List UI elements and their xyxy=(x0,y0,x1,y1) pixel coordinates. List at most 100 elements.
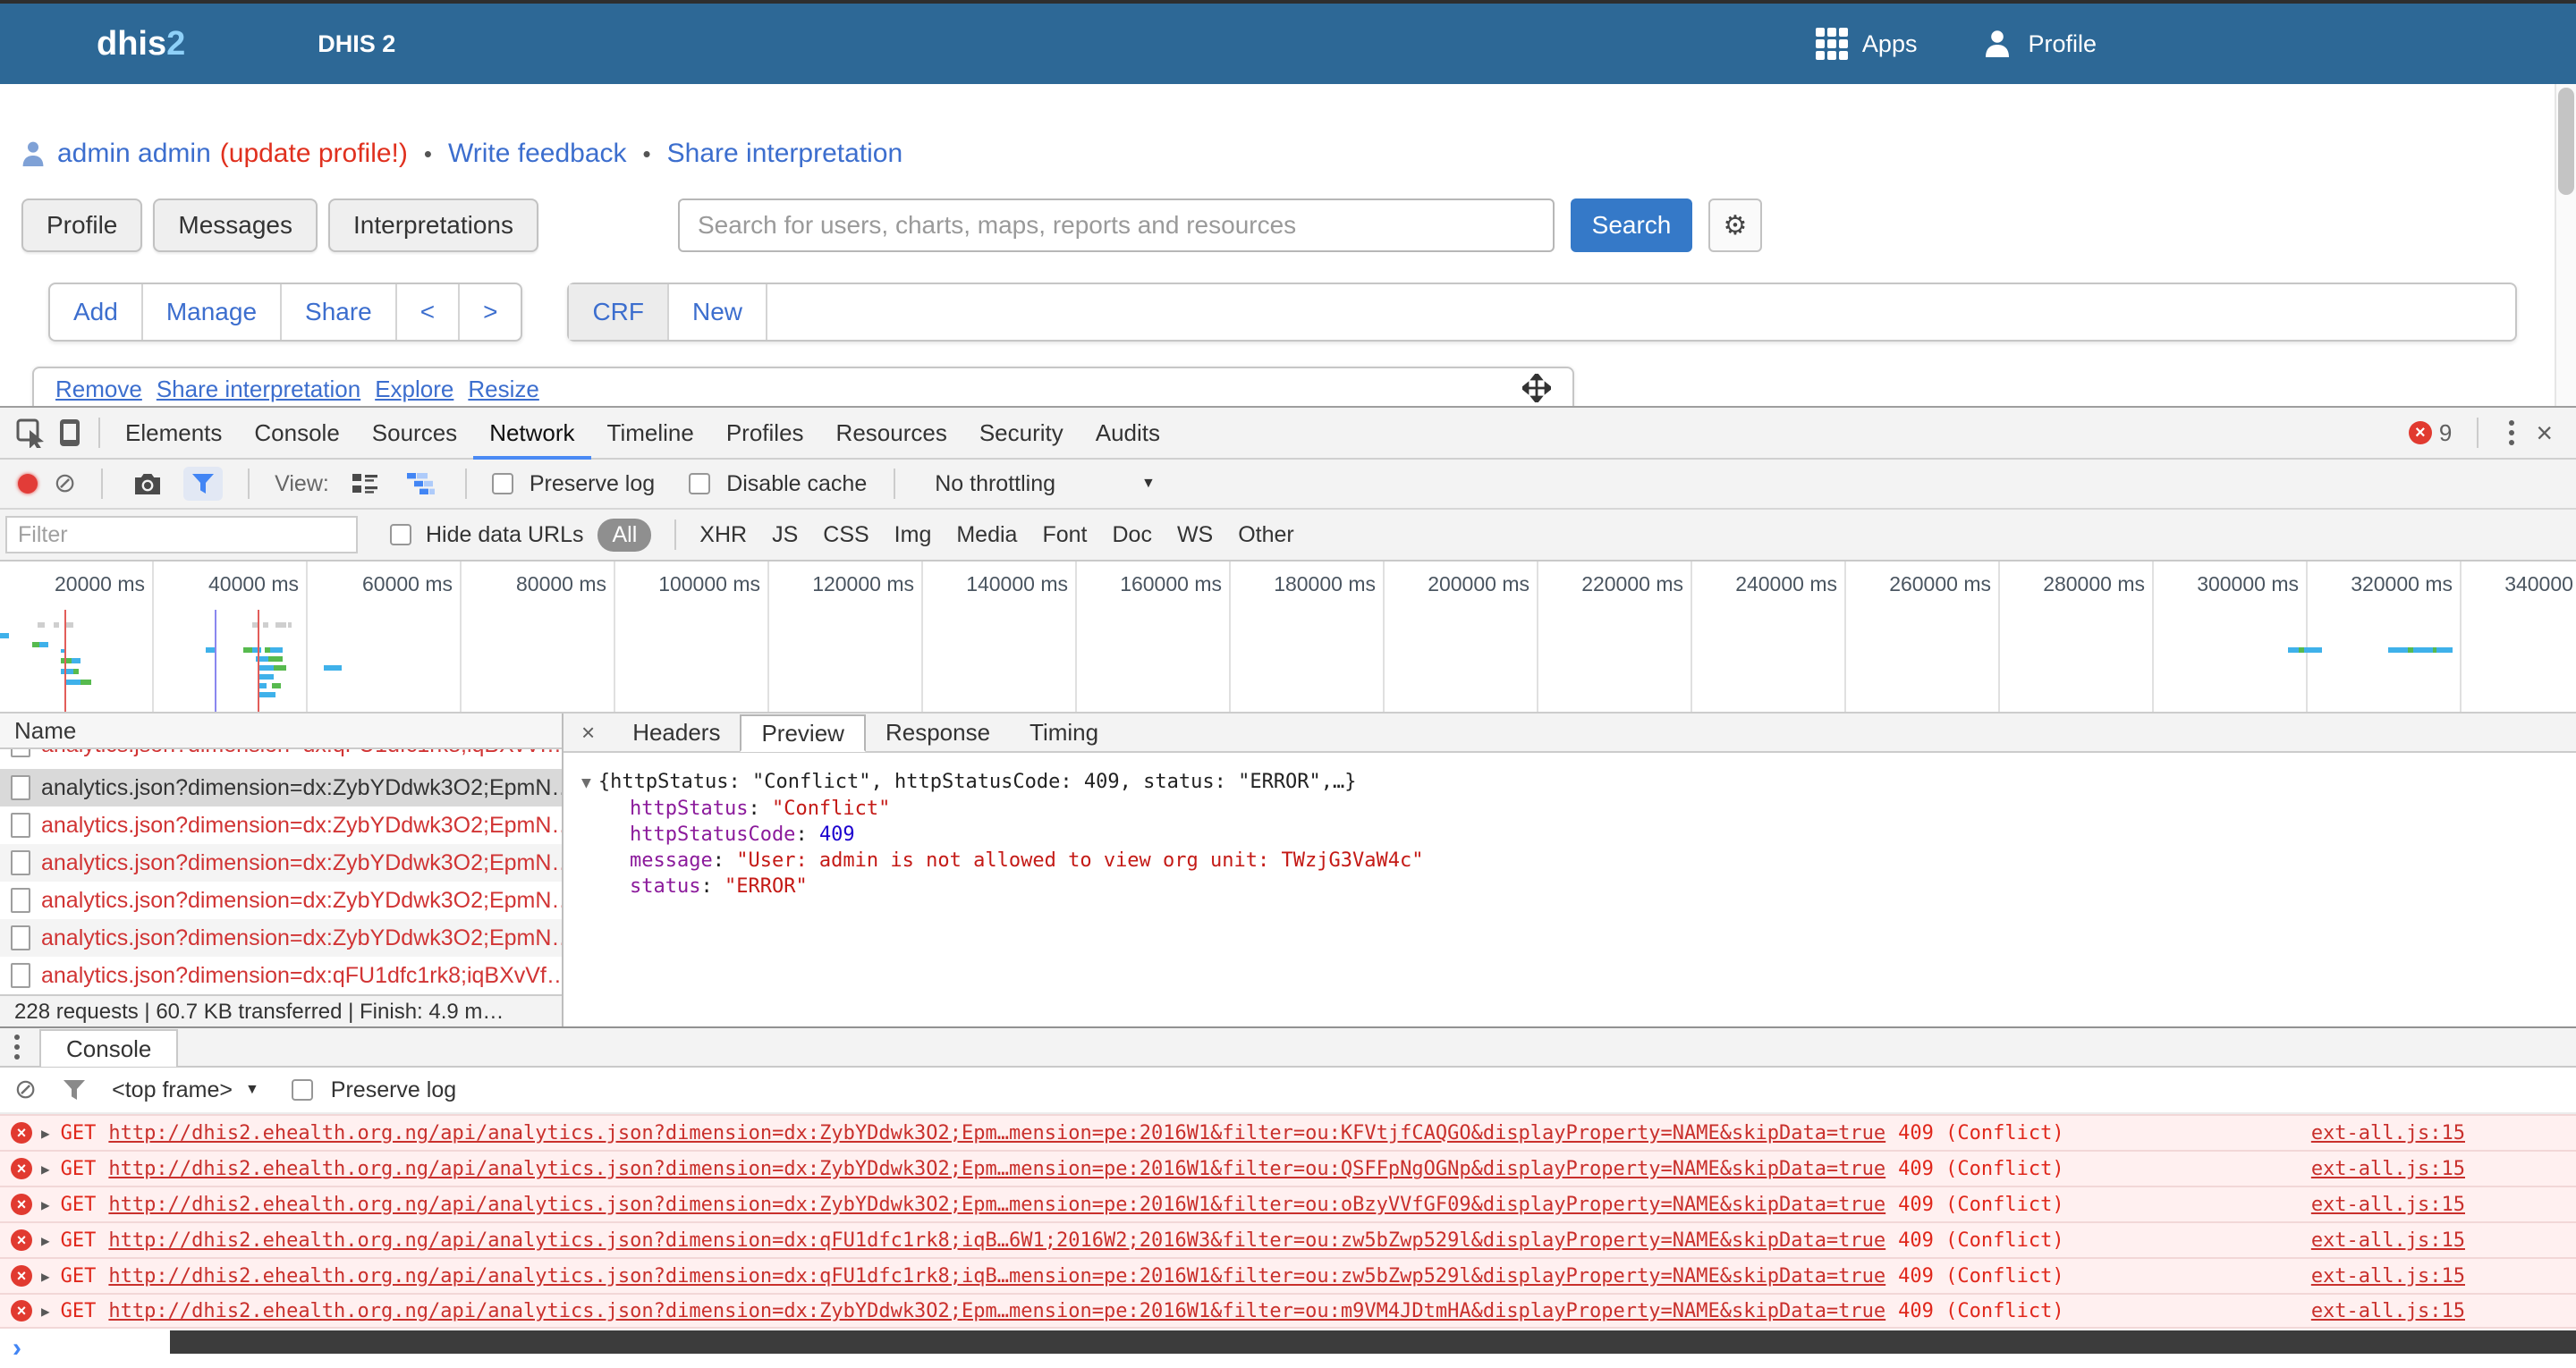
record-icon[interactable] xyxy=(18,474,38,494)
search-button[interactable]: Search xyxy=(1571,198,1692,252)
console-preserve-log-checkbox[interactable] xyxy=(292,1079,313,1101)
clear-icon[interactable]: ⊘ xyxy=(54,470,76,497)
page-scrollbar-thumb[interactable] xyxy=(2558,88,2574,195)
widget-remove-link[interactable]: Remove xyxy=(55,376,142,403)
disable-cache-checkbox[interactable] xyxy=(689,473,710,494)
manage-button[interactable]: Manage xyxy=(143,284,282,340)
frame-selector-dropdown[interactable]: <top frame> ▼ xyxy=(112,1077,259,1103)
filter-type-font[interactable]: Font xyxy=(1042,522,1087,548)
source-link[interactable]: ext-all.js:15 xyxy=(2311,1158,2465,1180)
profile-button[interactable]: Profile xyxy=(21,198,142,252)
inspect-element-icon[interactable] xyxy=(11,413,50,452)
tab-audits[interactable]: Audits xyxy=(1080,408,1176,458)
expand-arrow-icon[interactable]: ▶ xyxy=(41,1125,50,1142)
tab-headers[interactable]: Headers xyxy=(613,714,740,751)
filter-icon[interactable] xyxy=(183,467,223,501)
filter-type-media[interactable]: Media xyxy=(956,522,1017,548)
json-property[interactable]: message: "User: admin is not allowed to … xyxy=(630,848,2576,874)
request-row[interactable]: analytics.json?dimension=dx:ZybYDdwk3O2;… xyxy=(0,806,562,844)
drawer-menu-icon[interactable] xyxy=(9,1029,25,1065)
interpretations-button[interactable]: Interpretations xyxy=(328,198,538,252)
tab-sources[interactable]: Sources xyxy=(356,408,473,458)
filter-type-css[interactable]: CSS xyxy=(823,522,869,548)
list-view-icon[interactable] xyxy=(345,464,385,503)
console-filter-icon[interactable] xyxy=(55,1070,94,1110)
username-link[interactable]: admin admin xyxy=(57,139,211,169)
json-root-line[interactable]: ▼{httpStatus: "Conflict", httpStatusCode… xyxy=(581,769,2576,796)
expand-arrow-icon[interactable]: ▶ xyxy=(41,1232,50,1249)
share-interpretation-link[interactable]: Share interpretation xyxy=(667,139,903,169)
filter-type-all[interactable]: All xyxy=(597,519,651,552)
console-error-row[interactable]: ×▶GEThttp://dhis2.ehealth.org.ng/api/ana… xyxy=(0,1114,2576,1150)
tab-resources[interactable]: Resources xyxy=(820,408,963,458)
request-row[interactable]: analytics.json?dimension=dx:ZybYDdwk3O2;… xyxy=(0,882,562,919)
devtools-close-icon[interactable]: × xyxy=(2536,418,2553,447)
device-toolbar-icon[interactable] xyxy=(50,413,89,452)
widget-explore-link[interactable]: Explore xyxy=(375,376,453,403)
json-property[interactable]: httpStatus: "Conflict" xyxy=(630,796,2576,822)
tab-profiles[interactable]: Profiles xyxy=(710,408,820,458)
expand-arrow-icon[interactable]: ▶ xyxy=(41,1196,50,1213)
request-row[interactable]: analytics.json?dimension=dx:ZybYDdwk3O2;… xyxy=(0,844,562,882)
console-error-row[interactable]: ×▶GEThttp://dhis2.ehealth.org.ng/api/ana… xyxy=(0,1257,2576,1293)
filter-type-other[interactable]: Other xyxy=(1238,522,1294,548)
profile-menu-button[interactable]: Profile xyxy=(1981,28,2097,60)
waterfall-view-icon[interactable] xyxy=(401,464,440,503)
collapse-arrow-icon[interactable]: ▼ xyxy=(581,773,591,792)
next-button[interactable]: > xyxy=(460,284,521,340)
page-scrollbar[interactable] xyxy=(2555,84,2576,406)
tab-timing[interactable]: Timing xyxy=(1010,714,1118,751)
filter-type-js[interactable]: JS xyxy=(772,522,798,548)
filter-type-doc[interactable]: Doc xyxy=(1112,522,1151,548)
expand-arrow-icon[interactable]: ▶ xyxy=(41,1161,50,1178)
search-input[interactable] xyxy=(678,198,1555,252)
request-row[interactable]: analytics.json?dimension=dx:qFU1dfc1rk8;… xyxy=(0,749,562,769)
request-url-link[interactable]: http://dhis2.ehealth.org.ng/api/analytic… xyxy=(108,1122,1885,1144)
source-link[interactable]: ext-all.js:15 xyxy=(2311,1229,2465,1252)
dashboard-tab-new[interactable]: New xyxy=(669,284,767,340)
messages-button[interactable]: Messages xyxy=(153,198,318,252)
clear-console-icon[interactable]: ⊘ xyxy=(14,1077,37,1103)
screenshot-camera-icon[interactable] xyxy=(128,464,167,503)
detail-close-icon[interactable]: × xyxy=(581,719,595,747)
dhis2-logo[interactable]: dhis2 xyxy=(97,25,185,63)
filter-type-xhr[interactable]: XHR xyxy=(699,522,747,548)
expand-arrow-icon[interactable]: ▶ xyxy=(41,1303,50,1320)
console-error-row[interactable]: ×▶GEThttp://dhis2.ehealth.org.ng/api/ana… xyxy=(0,1150,2576,1186)
share-button[interactable]: Share xyxy=(282,284,397,340)
expand-arrow-icon[interactable]: ▶ xyxy=(41,1268,50,1285)
tab-elements[interactable]: Elements xyxy=(109,408,238,458)
console-error-row[interactable]: ×▶GEThttp://dhis2.ehealth.org.ng/api/ana… xyxy=(0,1293,2576,1329)
prev-button[interactable]: < xyxy=(397,284,460,340)
filter-type-ws[interactable]: WS xyxy=(1177,522,1213,548)
update-profile-link[interactable]: (update profile!) xyxy=(220,139,408,169)
source-link[interactable]: ext-all.js:15 xyxy=(2311,1265,2465,1288)
tab-response[interactable]: Response xyxy=(866,714,1010,751)
request-list-header[interactable]: Name xyxy=(0,714,562,749)
console-error-row[interactable]: ×▶GEThttp://dhis2.ehealth.org.ng/api/ana… xyxy=(0,1186,2576,1221)
filter-type-img[interactable]: Img xyxy=(894,522,932,548)
request-url-link[interactable]: http://dhis2.ehealth.org.ng/api/analytic… xyxy=(108,1194,1885,1216)
tab-security[interactable]: Security xyxy=(963,408,1080,458)
add-button[interactable]: Add xyxy=(50,284,143,340)
request-url-link[interactable]: http://dhis2.ehealth.org.ng/api/analytic… xyxy=(108,1300,1885,1322)
widget-resize-link[interactable]: Resize xyxy=(468,376,538,403)
console-tab[interactable]: Console xyxy=(39,1029,178,1067)
throttling-dropdown[interactable]: No throttling ▼ xyxy=(935,471,1156,497)
console-error-row[interactable]: ×▶GEThttp://dhis2.ehealth.org.ng/api/ana… xyxy=(0,1221,2576,1257)
devtools-menu-icon[interactable] xyxy=(2504,415,2520,451)
json-property[interactable]: status: "ERROR" xyxy=(630,874,2576,899)
write-feedback-link[interactable]: Write feedback xyxy=(448,139,627,169)
apps-menu-button[interactable]: Apps xyxy=(1816,28,1918,60)
source-link[interactable]: ext-all.js:15 xyxy=(2311,1122,2465,1144)
tab-preview[interactable]: Preview xyxy=(740,714,865,752)
network-overview-timeline[interactable]: 20000 ms40000 ms60000 ms80000 ms100000 m… xyxy=(0,562,2576,714)
preserve-log-checkbox[interactable] xyxy=(492,473,513,494)
tab-timeline[interactable]: Timeline xyxy=(591,408,710,458)
error-count-badge[interactable]: × 9 xyxy=(2409,419,2452,447)
request-row[interactable]: analytics.json?dimension=dx:ZybYDdwk3O2;… xyxy=(0,919,562,957)
request-row[interactable]: analytics.json?dimension=dx:ZybYDdwk3O2;… xyxy=(0,769,562,806)
request-url-link[interactable]: http://dhis2.ehealth.org.ng/api/analytic… xyxy=(108,1229,1885,1252)
source-link[interactable]: ext-all.js:15 xyxy=(2311,1194,2465,1216)
hide-data-urls-checkbox[interactable] xyxy=(390,524,411,545)
